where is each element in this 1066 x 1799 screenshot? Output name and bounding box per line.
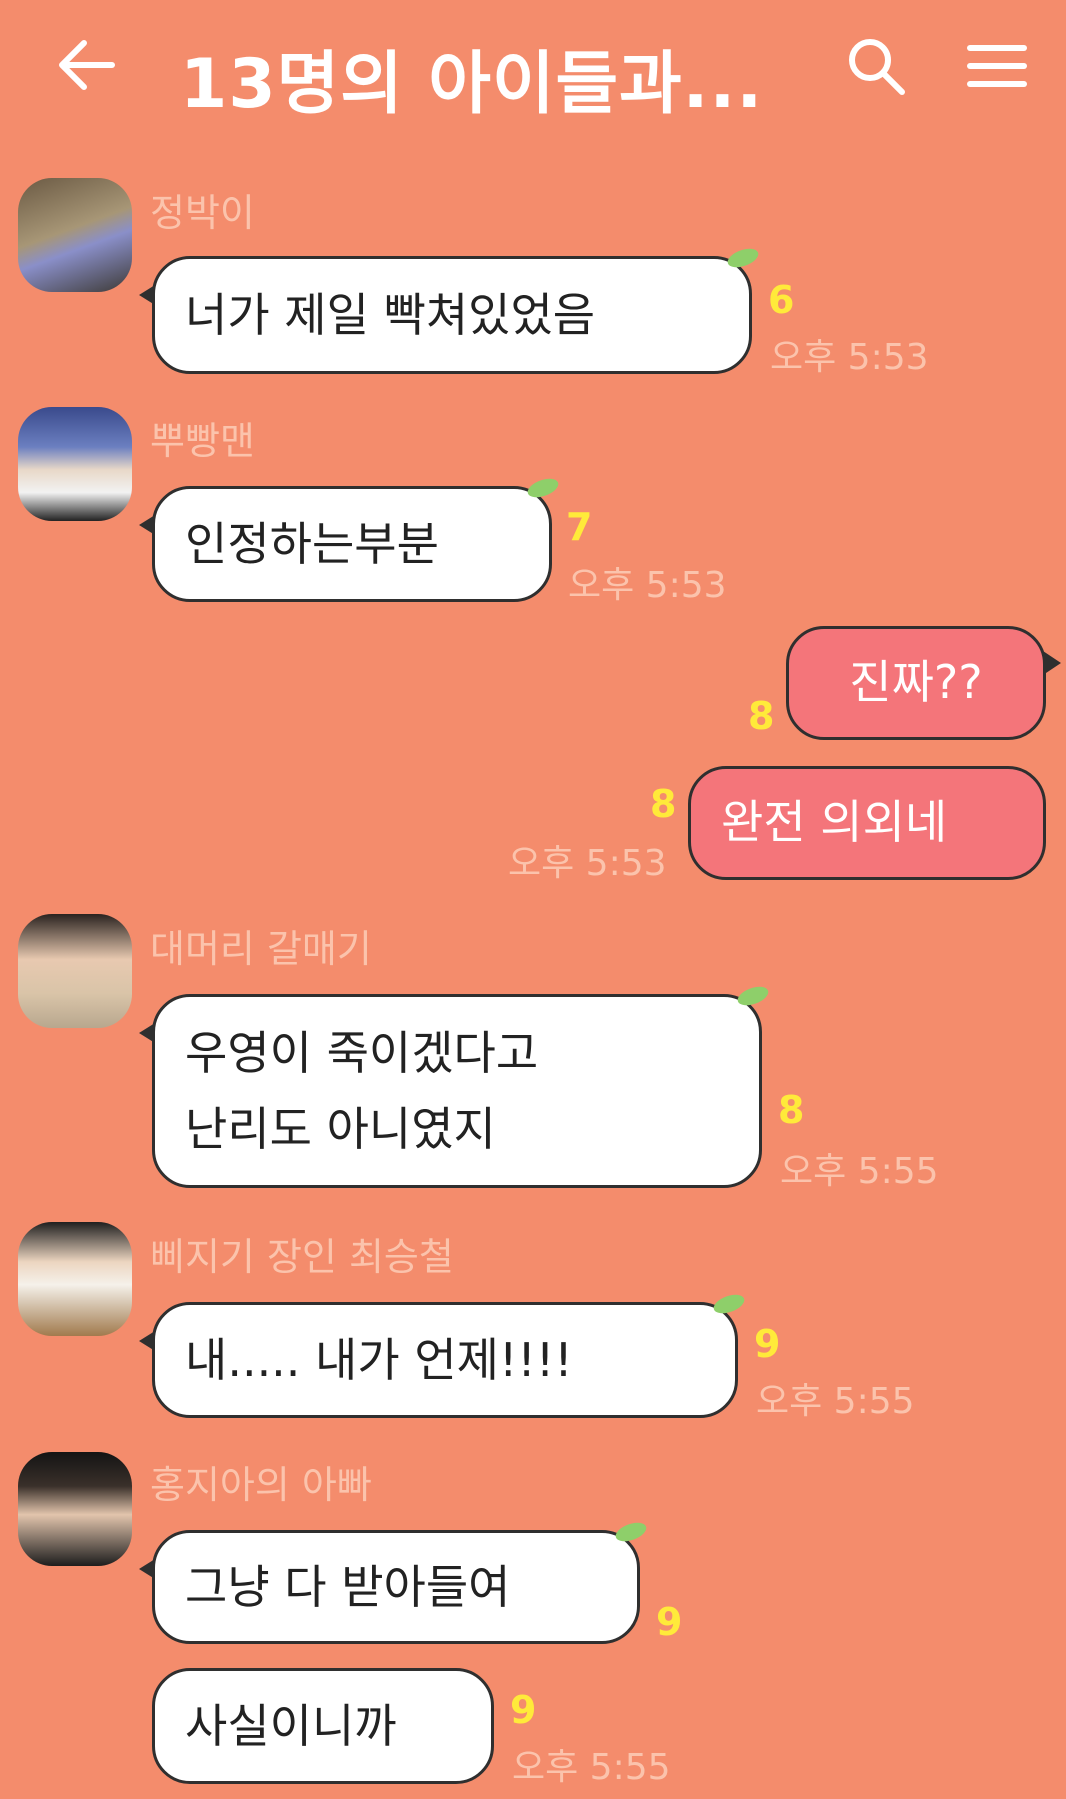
unread-count: 6 [768, 278, 795, 322]
message-text-line: 난리도 아니였지 [185, 1102, 496, 1156]
bubble-tail [1043, 651, 1061, 675]
unread-count: 9 [510, 1688, 537, 1732]
avatar[interactable] [18, 914, 132, 1028]
message-text: 그냥 다 받아들여 [185, 1560, 511, 1614]
message-bubble[interactable]: 사실이니까 [152, 1668, 494, 1784]
leaf-icon [713, 1294, 745, 1314]
sender-name: 홍지아의 아빠 [150, 1463, 372, 1507]
message-bubble[interactable]: 우영이 죽이겠다고 난리도 아니였지 [139, 986, 769, 1188]
message-bubble[interactable]: 내..... 내가 언제!!!! [139, 1294, 745, 1418]
message-bubble[interactable]: 그냥 다 받아들여 [139, 1522, 647, 1644]
avatar[interactable] [18, 1222, 132, 1336]
sender-name: 정박이 [150, 191, 255, 235]
back-button[interactable] [52, 30, 122, 100]
unread-count: 8 [778, 1088, 805, 1132]
bubble-tail [139, 1559, 155, 1579]
message-time: 오후 5:55 [780, 1151, 939, 1192]
message-bubble[interactable]: 너가 제일 빡쳐있었음 [139, 248, 759, 374]
message-text: 사실이니까 [185, 1699, 397, 1753]
unread-count: 7 [566, 505, 593, 549]
leaf-icon [737, 986, 769, 1006]
bubble-tail [139, 1023, 155, 1043]
message-time: 오후 5:53 [508, 843, 667, 884]
search-icon [849, 39, 905, 95]
hamburger-menu-icon [967, 45, 1027, 87]
message-text: 너가 제일 빡쳐있었음 [185, 288, 596, 342]
leaf-icon [615, 1522, 647, 1542]
unread-count: 9 [656, 1600, 683, 1644]
unread-count: 8 [650, 782, 677, 826]
message-bubble[interactable]: 인정하는부분 [139, 478, 559, 602]
sender-name: 대머리 갈매기 [150, 927, 372, 971]
message-time: 오후 5:53 [568, 565, 727, 606]
my-message-bubble[interactable]: 완전 의외네 [688, 766, 1046, 880]
search-button[interactable] [842, 32, 912, 102]
avatar[interactable] [18, 407, 132, 521]
unread-count: 9 [754, 1322, 781, 1366]
arrow-left-icon [59, 40, 115, 90]
leaf-icon [727, 248, 759, 268]
message-text: 진짜?? [849, 655, 983, 709]
bubble-tail [139, 285, 155, 305]
sender-name: 뿌빵맨 [150, 419, 255, 463]
my-message-bubble[interactable]: 진짜?? [786, 626, 1061, 740]
leaf-icon [527, 478, 559, 498]
message-text: 완전 의외네 [721, 795, 948, 849]
message-text-line: 우영이 죽이겠다고 [185, 1026, 539, 1080]
message-text: 인정하는부분 [185, 517, 439, 571]
message-time: 오후 5:55 [512, 1747, 671, 1788]
menu-button[interactable] [964, 36, 1030, 96]
message-time: 오후 5:55 [756, 1381, 915, 1422]
bubble-tail [139, 515, 155, 535]
avatar[interactable] [18, 1452, 132, 1566]
bubble-tail [139, 1331, 155, 1351]
avatar[interactable] [18, 178, 132, 292]
chat-header: 13명의 아이들과... [0, 0, 1066, 140]
unread-count: 8 [748, 694, 775, 738]
message-time: 오후 5:53 [770, 337, 929, 378]
message-text: 내..... 내가 언제!!!! [185, 1333, 573, 1387]
sender-name: 삐지기 장인 최승철 [150, 1235, 454, 1279]
chat-room-title: 13명의 아이들과... [180, 45, 764, 124]
